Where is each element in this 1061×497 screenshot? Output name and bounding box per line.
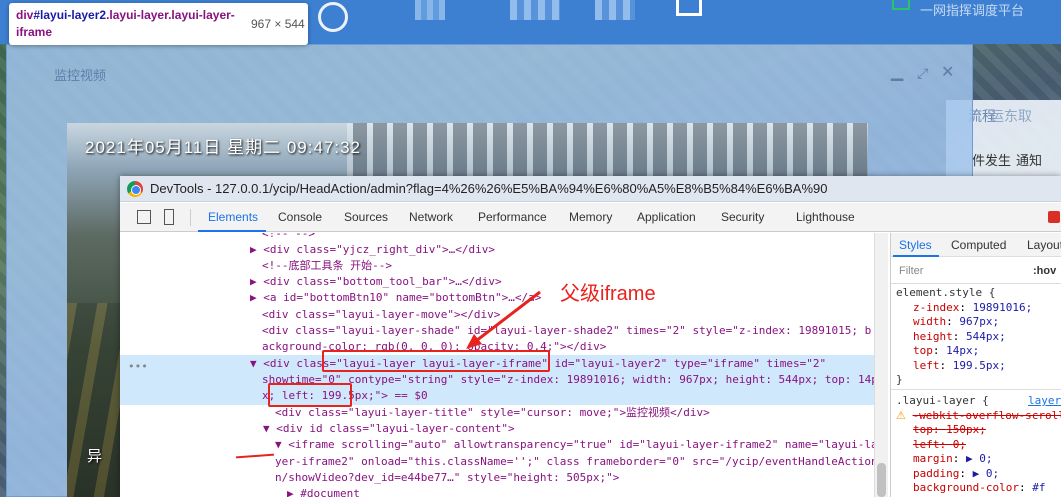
annotation-box-left [268, 383, 352, 407]
filter-input[interactable]: Filter [899, 265, 923, 277]
style-prop[interactable]: z-index: 19891016; [913, 301, 1032, 316]
dom-line[interactable]: yer-iframe2" onload="this.className='';"… [275, 454, 877, 470]
annotation-label: 父级iframe [560, 283, 656, 305]
devtools-tab-bar: Elements Console Sources Network Perform… [120, 203, 1061, 232]
tab-application[interactable]: Application [637, 210, 696, 224]
dom-line[interactable]: ▶ #document [287, 486, 360, 497]
header-platform-name: 一网指挥调度平台 [920, 3, 1025, 18]
maximize-icon[interactable]: ⤢ [917, 65, 928, 81]
dom-line-selected[interactable]: showtime="0" contype="string" style="z-i… [262, 372, 877, 388]
dom-scrollbar[interactable] [874, 233, 888, 497]
devtools-window: DevTools - 127.0.0.1/ycip/HeadAction/adm… [120, 176, 1061, 497]
tab-styles[interactable]: Styles [899, 238, 932, 252]
tab-console[interactable]: Console [278, 210, 322, 224]
inspector-tooltip: div#layui-layer2.layui-layer.layui-layer… [9, 3, 308, 45]
active-style-tab-indicator [893, 255, 939, 257]
chrome-icon [127, 181, 143, 197]
dom-line[interactable]: <div class="layui-layer-shade" id="layui… [262, 323, 871, 339]
style-prop[interactable]: top: 14px; [913, 344, 979, 359]
header-blurred-item [510, 0, 560, 20]
rule-source-link[interactable]: layer [1028, 394, 1061, 409]
tab-layout[interactable]: Layout [1027, 238, 1061, 252]
tab-security[interactable]: Security [721, 210, 764, 224]
styles-filter[interactable]: Filter :hov [891, 258, 1061, 284]
close-brace: } [896, 373, 903, 386]
dom-line[interactable]: n/showVideo?dev_id=e44be77…" style="heig… [275, 470, 619, 486]
app-logo-icon [318, 2, 348, 32]
layer-title: 监控视频 [54, 68, 107, 83]
tab-network[interactable]: Network [409, 210, 453, 224]
style-prop-invalid[interactable]: ⚠ -webkit-overflow-scrolling [896, 409, 1061, 424]
scrollbar-thumb[interactable] [877, 463, 886, 497]
tab-performance[interactable]: Performance [478, 210, 547, 224]
layer-title-bar[interactable]: 监控视频 ▁ ⤢ ✕ [7, 45, 972, 103]
tab-computed[interactable]: Computed [951, 238, 1006, 252]
style-prop[interactable]: left: 199.5px; [913, 359, 1006, 374]
dom-line[interactable]: ▶ <a id="bottomBtn10" name="bottomBtn">…… [250, 290, 541, 306]
tab-memory[interactable]: Memory [569, 210, 612, 224]
style-prop[interactable]: padding: ▶ 0; [913, 467, 999, 482]
warning-icon: ⚠ [896, 409, 906, 422]
platform-icon [892, 0, 910, 10]
dom-line[interactable]: ▶ <div class="bottom_tool_bar">…</div> [250, 274, 502, 290]
active-tab-indicator [198, 230, 266, 232]
rule-selector: .layui-layer { [896, 394, 989, 407]
panel-label-occurred: 件发生 [972, 153, 1012, 168]
dom-line[interactable]: <!--底部工具条 开始--> [262, 258, 392, 274]
video-timestamp: 2021年05月11日 星期二 09:47:32 [85, 138, 361, 157]
camera-scene [347, 123, 867, 183]
hov-toggle[interactable]: :hov [1033, 265, 1056, 277]
rule-divider [891, 389, 1061, 390]
tab-lighthouse[interactable]: Lighthouse [796, 210, 855, 224]
style-prop[interactable]: height: 544px; [913, 330, 1006, 345]
video-overlay-text: 异 [87, 448, 103, 465]
node-menu-dots[interactable]: ••• [128, 359, 148, 375]
dom-line[interactable]: <div class="layui-layer-move"></div> [262, 307, 500, 323]
style-prop[interactable]: margin: ▶ 0; [913, 452, 993, 467]
header-blurred-item [415, 0, 445, 20]
annotation-box-class [322, 350, 550, 372]
header-blurred-item [595, 0, 635, 20]
style-prop[interactable]: background-color: #f [913, 481, 1045, 496]
error-badge-icon[interactable] [1048, 211, 1060, 223]
tooltip-selector: div#layui-layer2.layui-layer.layui-layer… [16, 8, 235, 39]
panel-label-notify[interactable]: 通知 [1016, 150, 1042, 169]
dom-line[interactable]: <div class="layui-layer-title" style="cu… [275, 405, 710, 421]
device-toolbar-icon[interactable] [164, 209, 174, 225]
close-icon[interactable]: ✕ [941, 65, 954, 81]
dom-line[interactable]: ▼ <iframe scrolling="auto" allowtranspar… [275, 437, 877, 453]
style-prop[interactable]: width: 967px; [913, 315, 999, 330]
styles-tab-bar: Styles Computed Layout [891, 233, 1061, 257]
tab-sources[interactable]: Sources [344, 210, 388, 224]
dom-line[interactable]: ▼ <div id class="layui-layer-content"> [263, 421, 515, 437]
style-prop-overridden[interactable]: left: 0; [913, 438, 966, 453]
monitor-icon[interactable] [676, 0, 702, 16]
element-style-selector: element.style { [896, 286, 996, 299]
minimize-icon[interactable]: ▁ [891, 65, 903, 81]
inspect-element-icon[interactable] [137, 210, 151, 224]
devtools-title-bar[interactable]: DevTools - 127.0.0.1/ycip/HeadAction/adm… [120, 176, 1061, 202]
toolbar-separator [190, 209, 191, 226]
tooltip-dimensions: 967 × 544 [251, 17, 305, 31]
panel-tab-other[interactable]: 运东取 [990, 106, 1032, 126]
tab-elements[interactable]: Elements [208, 210, 258, 224]
styles-pane: Styles Computed Layout Filter :hov eleme… [890, 233, 1061, 497]
dom-line[interactable]: <!-- --> [262, 233, 315, 242]
style-prop-overridden[interactable]: top: 150px; [913, 423, 986, 438]
dom-line[interactable]: ▶ <div class="yjcz_right_div">…</div> [250, 242, 495, 258]
devtools-window-title: DevTools - 127.0.0.1/ycip/HeadAction/adm… [150, 181, 828, 196]
